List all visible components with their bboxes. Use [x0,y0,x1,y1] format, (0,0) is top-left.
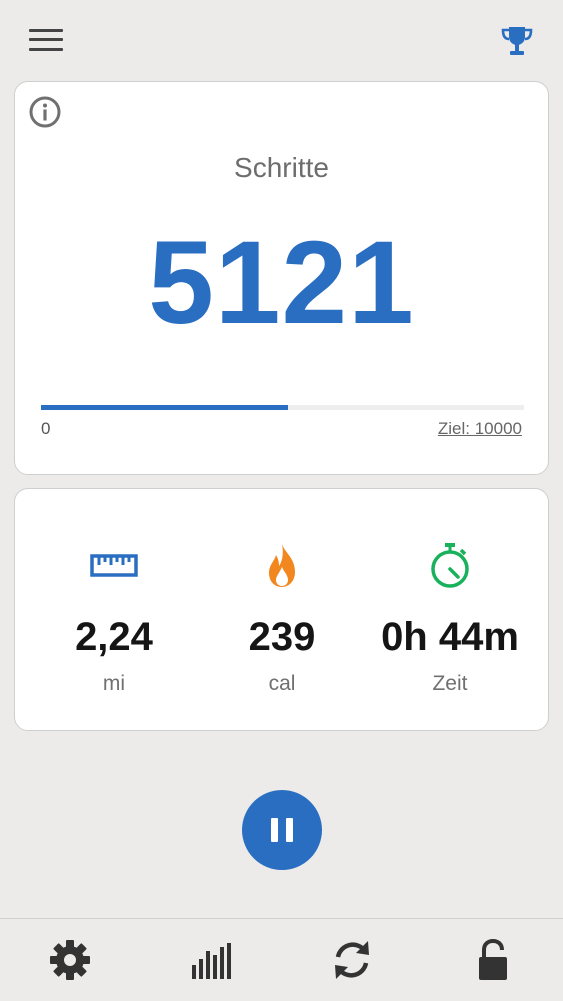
reset-button[interactable] [329,937,375,983]
refresh-icon [335,941,369,979]
trophy-icon [501,27,533,55]
top-bar [0,0,563,80]
menu-icon [29,29,63,32]
stopwatch-icon [431,543,469,588]
distance-unit: mi [102,672,126,695]
distance-stat: 2,24 mi [29,489,199,732]
progress-min-label: 0 [41,419,51,438]
lock-button[interactable] [470,937,516,983]
calories-stat: 239 cal [197,489,367,732]
steps-card: Schritte 5121 0 Ziel: 10000 [14,81,549,475]
bar-chart-icon [192,943,231,979]
achievements-button[interactable] [500,24,534,58]
time-value: 0h 44m [381,615,519,659]
flame-icon [269,544,295,587]
menu-button[interactable] [29,27,63,53]
info-icon [29,96,61,128]
statistics-button[interactable] [188,937,234,983]
steps-count: 5121 [148,217,415,349]
gear-icon [50,940,90,980]
steps-progress-bar [41,405,524,410]
menu-icon-line [29,48,63,51]
calories-value: 239 [248,615,316,659]
time-stat: 0h 44m Zeit [365,489,535,732]
menu-icon-line [29,38,63,41]
info-button[interactable] [28,95,62,129]
lock-icon [479,938,507,980]
stats-card: 2,24 mi 239 cal 0h 44m Zeit [14,488,549,731]
steps-label: Schritte [234,152,329,183]
settings-button[interactable] [47,937,93,983]
steps-progress-fill [41,405,289,410]
ruler-icon [90,554,138,577]
time-unit: Zeit [432,672,468,695]
calories-unit: cal [268,672,296,695]
bottom-nav [0,918,563,1001]
distance-value: 2,24 [75,615,153,659]
goal-link[interactable]: Ziel: 10000 [438,419,522,439]
pause-button[interactable] [242,790,322,870]
